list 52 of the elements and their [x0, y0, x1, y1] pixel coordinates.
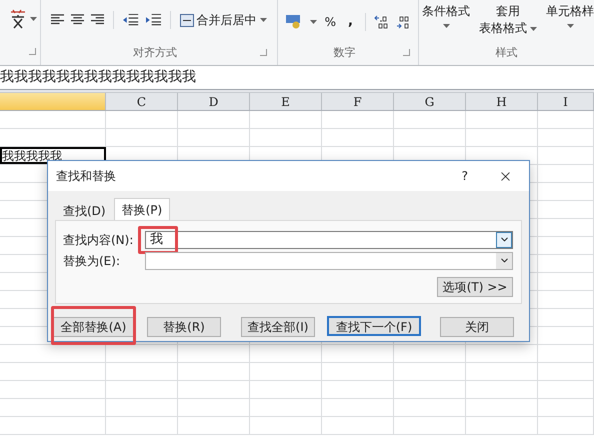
launcher-icon[interactable] — [28, 48, 36, 55]
dialog-button[interactable]: 全部替换(A) — [53, 317, 134, 337]
caret-icon — [530, 26, 537, 30]
indent-icon[interactable] — [123, 14, 139, 26]
column-header[interactable]: F — [322, 93, 394, 110]
align-icon[interactable] — [91, 14, 104, 26]
column-header[interactable]: H — [466, 93, 538, 110]
dialog-tab[interactable]: 替换(P) — [114, 198, 170, 220]
group-label: 样式 — [494, 44, 518, 60]
merge-icon — [180, 14, 194, 26]
decimal-decrease-icon[interactable] — [396, 14, 410, 29]
phonetic-icon[interactable] — [8, 9, 27, 29]
dialog-tab[interactable]: 查找(D) — [55, 200, 114, 220]
group-label: 数字 — [332, 44, 356, 60]
field-label: 查找内容(N): — [63, 232, 134, 248]
dialog-button[interactable]: 查找下一个(F) — [327, 316, 421, 336]
column-header[interactable]: D — [178, 93, 250, 110]
column-header[interactable]: C — [106, 93, 178, 110]
percent-button[interactable]: % — [324, 12, 336, 31]
dialog-button[interactable]: 替换(R) — [147, 317, 221, 337]
style-button[interactable]: 条件格式 — [422, 3, 470, 37]
indent-icon[interactable] — [146, 14, 161, 26]
help-button[interactable]: ? — [462, 167, 468, 185]
dropdown-icon[interactable] — [496, 252, 512, 268]
dialog-button[interactable]: 关闭 — [440, 317, 514, 337]
style-button[interactable]: 套用 表格格式 — [479, 3, 537, 37]
currency-icon[interactable] — [286, 14, 302, 29]
options-button[interactable]: 选项(T) >> — [437, 277, 513, 297]
caret-icon — [260, 18, 267, 22]
caret-icon — [310, 20, 317, 24]
caret-icon — [442, 24, 450, 28]
caret-icon — [30, 17, 37, 21]
launcher-icon[interactable] — [260, 49, 267, 56]
align-icon[interactable] — [50, 14, 64, 26]
column-header[interactable]: E — [250, 93, 322, 110]
style-button[interactable]: 单元格样 — [546, 3, 594, 37]
dialog-button[interactable]: 查找全部(I) — [241, 317, 315, 337]
decimal-increase-icon[interactable] — [374, 14, 388, 29]
column-header[interactable]: G — [394, 93, 466, 110]
dropdown-icon[interactable] — [496, 232, 512, 248]
group-label: 对齐方式 — [132, 44, 178, 60]
column-header[interactable]: I — [538, 93, 594, 110]
launcher-icon[interactable] — [403, 49, 410, 56]
dialog-title: 查找和替换 — [56, 168, 116, 185]
formula-text: 我我我我我我我我我我我我我我 — [0, 68, 196, 87]
field-label: 替换为(E): — [63, 252, 121, 270]
merge-center-button[interactable]: 合并后居中 — [180, 11, 267, 29]
align-icon[interactable] — [70, 14, 84, 26]
caret-icon — [566, 24, 574, 28]
combo-field[interactable] — [145, 252, 513, 270]
combo-field[interactable]: 我 — [145, 230, 513, 248]
comma-button[interactable]: , — [344, 12, 357, 32]
